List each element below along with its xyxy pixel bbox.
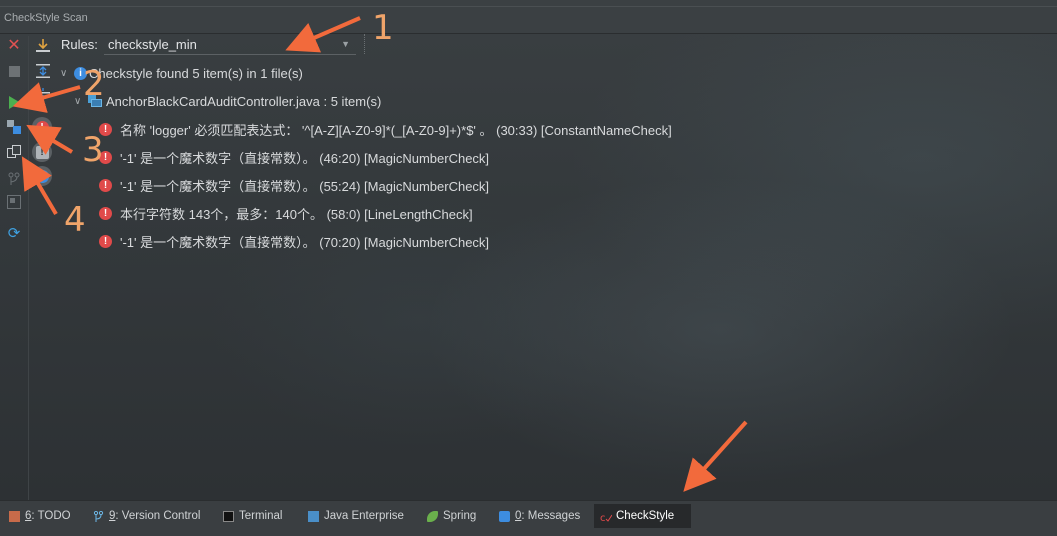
terminal-icon (223, 510, 234, 522)
tab-label: : TODO (31, 510, 71, 522)
tab-label: Terminal (239, 510, 283, 522)
vcs-icon (93, 510, 104, 522)
annotation-arrows (12, 16, 748, 492)
spring-icon (427, 510, 438, 522)
annotation-arrow-4 (21, 156, 58, 216)
annotation-number-1: 1 (372, 8, 394, 48)
tab-java-enterprise[interactable]: Java Enterprise (302, 504, 410, 528)
tab-label: Spring (443, 510, 477, 522)
annotation-number-2: 2 (83, 64, 105, 104)
tab-todo[interactable]: 6: TODO (3, 504, 77, 528)
tab-version-control[interactable]: 9: Version Control (87, 504, 206, 528)
svg-text:c: c (600, 513, 606, 522)
tab-terminal[interactable]: Terminal (217, 504, 288, 528)
tab-label: : Version Control (115, 510, 201, 522)
tab-checkstyle[interactable]: c CheckStyle (594, 504, 691, 528)
annotation-arrow-5 (683, 420, 748, 492)
messages-icon (499, 510, 510, 522)
tab-label: Java Enterprise (324, 510, 404, 522)
annotation-number-4: 4 (64, 200, 86, 240)
tab-label: : Messages (521, 510, 581, 522)
tab-spring[interactable]: Spring (421, 504, 482, 528)
checkstyle-icon: c (600, 511, 613, 524)
annotation-number-3: 3 (82, 130, 104, 170)
todo-icon (9, 510, 20, 522)
annotation-arrow-1 (285, 16, 361, 53)
annotation-arrow-3 (26, 124, 74, 155)
tab-label: CheckStyle (616, 510, 675, 522)
tab-messages[interactable]: 0: Messages (493, 504, 586, 528)
annotation-arrow-2 (12, 82, 81, 113)
java-enterprise-icon (308, 510, 319, 522)
